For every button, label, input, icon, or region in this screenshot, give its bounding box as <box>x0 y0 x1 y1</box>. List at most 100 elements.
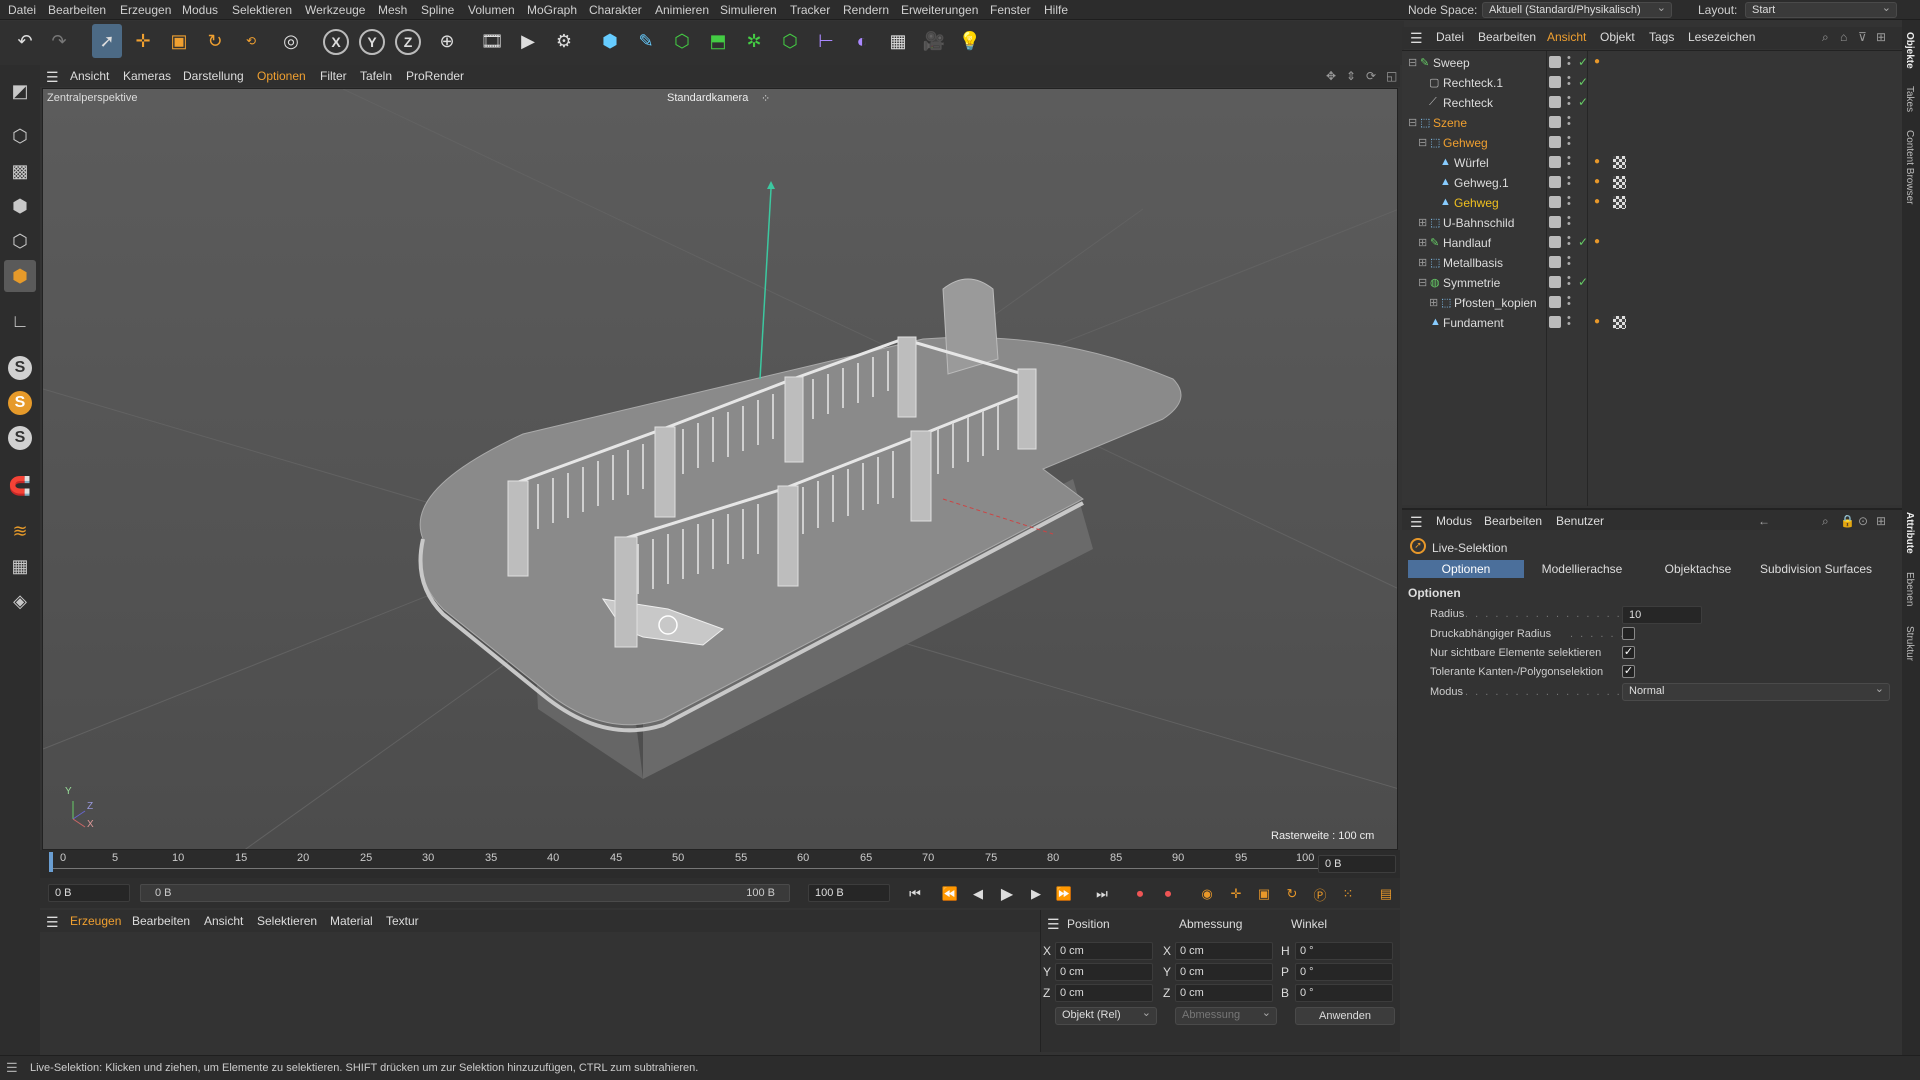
material-tag-icon[interactable] <box>1613 196 1626 209</box>
editor-visibility[interactable] <box>1549 316 1561 328</box>
z-axis-icon[interactable]: Z <box>395 29 421 55</box>
apply-button[interactable]: Anwenden <box>1295 1007 1395 1025</box>
object-row[interactable]: ⊞ ⬚ U-Bahnschild • • <box>1402 213 1902 233</box>
object-name[interactable]: Sweep <box>1433 56 1470 70</box>
menu-selektieren[interactable]: Selektieren <box>232 3 292 17</box>
next-frame-icon[interactable]: ▶ <box>1026 884 1046 904</box>
frame-range-slider[interactable]: 0 B 100 B <box>140 884 790 902</box>
coord-size-z-field[interactable]: 0 cm <box>1175 984 1273 1002</box>
attribute-menu-benutzer[interactable]: Benutzer <box>1556 514 1604 528</box>
tab-objektachse[interactable]: Objektachse <box>1640 560 1756 578</box>
viewport-menu-darstellung[interactable]: Darstellung <box>183 69 244 83</box>
enabled-check-icon[interactable]: ✓ <box>1578 275 1588 289</box>
object-new-window-icon[interactable]: ⊞ <box>1876 30 1886 44</box>
vtab-struktur[interactable]: Struktur <box>1904 626 1915 661</box>
menu-mograph[interactable]: MoGraph <box>527 3 577 17</box>
visible-only-checkbox[interactable]: ✓ <box>1622 646 1635 659</box>
object-row[interactable]: ▲ Gehweg.1 • • ● <box>1402 173 1902 193</box>
snap-icon[interactable]: S <box>8 356 32 380</box>
start-frame-field[interactable]: 0 B <box>48 884 130 902</box>
phong-tag-icon[interactable]: ● <box>1594 316 1600 327</box>
live-selection-icon[interactable]: ➚ <box>92 24 122 58</box>
points-mode-icon[interactable]: ⬢ <box>4 190 36 222</box>
edges-mode-icon[interactable]: ⬡ <box>4 225 36 257</box>
key-position-icon[interactable]: ✛ <box>1226 884 1246 904</box>
menu-tracker[interactable]: Tracker <box>790 3 830 17</box>
viewport-menu-icon[interactable]: ☰ <box>46 69 59 86</box>
x-axis-icon[interactable]: X <box>323 29 349 55</box>
snap-settings-icon[interactable]: S <box>8 391 32 415</box>
render-view-icon[interactable]: ▶ <box>513 24 543 58</box>
floor-icon[interactable]: ▦ <box>883 24 913 58</box>
camera-icon[interactable]: 🎥 <box>919 24 949 58</box>
menu-volumen[interactable]: Volumen <box>468 3 515 17</box>
attribute-menu-icon[interactable]: ☰ <box>1410 514 1423 531</box>
undo-icon[interactable]: ↶ <box>10 24 40 58</box>
tolerant-selection-checkbox[interactable]: ✓ <box>1622 665 1635 678</box>
coord-pos-y-field[interactable]: 0 cm <box>1055 963 1153 981</box>
go-to-start-icon[interactable]: ⏮ <box>905 884 925 904</box>
editor-visibility[interactable] <box>1549 256 1561 268</box>
enabled-check-icon[interactable]: ✓ <box>1578 55 1588 69</box>
object-name[interactable]: Szene <box>1433 116 1467 130</box>
object-row[interactable]: ▢ Rechteck.1 • • ✓ <box>1402 73 1902 93</box>
status-menu-icon[interactable]: ☰ <box>6 1060 18 1076</box>
object-menu-bearbeiten[interactable]: Bearbeiten <box>1478 30 1536 44</box>
y-axis-arrow[interactable] <box>767 181 775 189</box>
axis-mode-icon[interactable]: ∟ <box>4 305 36 337</box>
expand-icon[interactable]: ⊞ <box>1418 216 1427 229</box>
object-row[interactable]: ⟋ Rechteck • • ✓ <box>1402 93 1902 113</box>
viewport-menu-filter[interactable]: Filter <box>320 69 347 83</box>
menu-spline[interactable]: Spline <box>421 3 454 17</box>
render-visibility[interactable]: • • <box>1567 293 1571 310</box>
tab-optionen[interactable]: Optionen <box>1408 560 1524 578</box>
render-visibility[interactable]: • • <box>1567 233 1571 250</box>
polygons-mode-icon[interactable]: ⬢ <box>4 260 36 292</box>
pressure-radius-checkbox[interactable] <box>1622 627 1635 640</box>
editor-visibility[interactable] <box>1549 116 1561 128</box>
object-name[interactable]: Pfosten_kopien <box>1454 296 1537 310</box>
object-name[interactable]: Handlauf <box>1443 236 1491 250</box>
render-visibility[interactable]: • • <box>1567 313 1571 330</box>
phong-tag-icon[interactable]: ● <box>1594 196 1600 207</box>
object-name[interactable]: Würfel <box>1454 156 1489 170</box>
lock-workplane-icon[interactable]: ▦ <box>4 550 36 582</box>
coord-size-x-field[interactable]: 0 cm <box>1175 942 1273 960</box>
material-menu-selektieren[interactable]: Selektieren <box>257 914 317 928</box>
enabled-check-icon[interactable]: ✓ <box>1578 95 1588 109</box>
menu-modus[interactable]: Modus <box>182 3 218 17</box>
model-mode-icon[interactable]: ◩ <box>4 75 36 107</box>
viewport-menu-optionen[interactable]: Optionen <box>257 69 306 83</box>
coord-rot-h-field[interactable]: 0 ° <box>1295 942 1393 960</box>
object-name[interactable]: U-Bahnschild <box>1443 216 1514 230</box>
vtab-content-browser[interactable]: Content Browser <box>1904 130 1915 204</box>
object-filter-icon[interactable]: ⊽ <box>1858 30 1867 44</box>
light-icon[interactable]: 💡 <box>955 24 985 58</box>
coord-size-y-field[interactable]: 0 cm <box>1175 963 1273 981</box>
attribute-menu-modus[interactable]: Modus <box>1436 514 1472 528</box>
object-name[interactable]: Metallbasis <box>1443 256 1503 270</box>
cube-icon[interactable]: ⬢ <box>595 24 625 58</box>
editor-visibility[interactable] <box>1549 236 1561 248</box>
coord-pos-x-field[interactable]: 0 cm <box>1055 942 1153 960</box>
render-visibility[interactable]: • • <box>1567 173 1571 190</box>
array-icon[interactable]: ✲ <box>739 24 769 58</box>
expand-icon[interactable]: ⊞ <box>1418 236 1427 249</box>
render-visibility[interactable]: • • <box>1567 253 1571 270</box>
phong-tag-icon[interactable]: ● <box>1594 236 1600 247</box>
material-menu-ansicht[interactable]: Ansicht <box>204 914 243 928</box>
redo-icon[interactable]: ↷ <box>44 24 74 58</box>
object-row[interactable]: ⊟ ⬚ Szene • • <box>1402 113 1902 133</box>
menu-werkzeuge[interactable]: Werkzeuge <box>305 3 365 17</box>
select-tool-icon[interactable]: ◎ <box>276 24 306 58</box>
render-visibility[interactable]: • • <box>1567 153 1571 170</box>
object-menu-icon[interactable]: ☰ <box>1410 30 1423 47</box>
object-name[interactable]: Symmetrie <box>1443 276 1500 290</box>
viewport-menu-ansicht[interactable]: Ansicht <box>70 69 109 83</box>
object-menu-ansicht[interactable]: Ansicht <box>1547 30 1586 44</box>
play-icon[interactable]: ▶ <box>997 884 1017 904</box>
scale-icon[interactable]: ▣ <box>164 24 194 58</box>
object-row[interactable]: ⊞ ✎ Handlauf • • ✓ ● <box>1402 233 1902 253</box>
tab-modellierachse[interactable]: Modellierachse <box>1524 560 1640 578</box>
cloner-icon[interactable]: ⬡ <box>775 24 805 58</box>
